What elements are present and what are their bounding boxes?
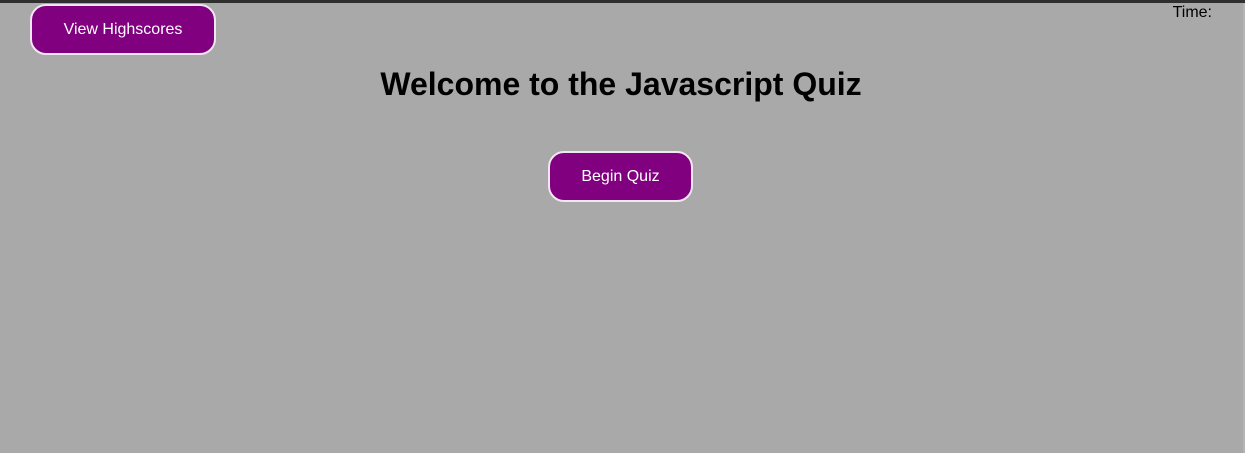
view-highscores-button[interactable]: View Highscores	[30, 4, 216, 55]
begin-quiz-button[interactable]: Begin Quiz	[548, 151, 693, 202]
window-top-edge	[0, 0, 1245, 3]
timer-label: Time:	[1172, 4, 1212, 21]
page-title: Welcome to the Javascript Quiz	[380, 66, 862, 102]
